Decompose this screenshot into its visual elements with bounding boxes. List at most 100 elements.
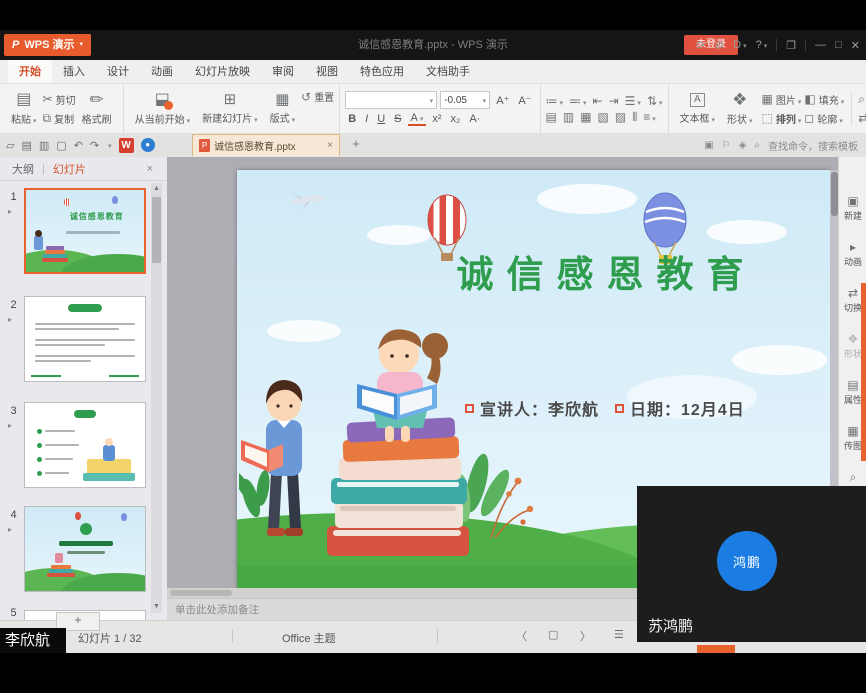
- columns-icon[interactable]: ⫴: [632, 111, 637, 123]
- font-size-select[interactable]: -0.05: [440, 91, 490, 109]
- distribute-icon[interactable]: ▨: [615, 111, 626, 123]
- bold-button[interactable]: B: [345, 113, 359, 125]
- text-box-button[interactable]: A 文本框: [674, 93, 722, 125]
- divider: [805, 39, 806, 51]
- normal-view-icon[interactable]: ☰: [614, 628, 624, 641]
- text-effect-button[interactable]: A·: [466, 113, 483, 125]
- redo-icon[interactable]: ↷: [90, 139, 99, 152]
- tab-slideshow[interactable]: 幻灯片放映: [184, 60, 261, 83]
- increase-indent-icon[interactable]: ⇥: [609, 95, 619, 107]
- paste-button[interactable]: ▤ 粘贴: [5, 92, 43, 126]
- new-slide-icon: ⊞: [224, 92, 237, 107]
- format-painter-button[interactable]: ✏ 格式刷: [76, 91, 118, 126]
- sidebar-item-animation[interactable]: ▸ 动画: [839, 241, 866, 268]
- font-color-button[interactable]: A: [408, 112, 427, 126]
- tab-special-features[interactable]: 特色应用: [349, 60, 415, 83]
- thumbnail-scrollbar[interactable]: ▲ ▼: [151, 183, 162, 613]
- play-box-icon[interactable]: ▢: [548, 628, 558, 641]
- new-slide-button[interactable]: ⊞ 新建幻灯片: [196, 92, 264, 125]
- close-button[interactable]: ✕: [851, 39, 860, 52]
- bullets-icon[interactable]: ≔: [546, 95, 564, 107]
- print-icon[interactable]: ▥: [39, 139, 49, 152]
- assistant-icon[interactable]: ◈: [739, 140, 747, 151]
- wps-writer-icon[interactable]: W: [119, 138, 134, 153]
- slideshow-button-fragment[interactable]: [697, 645, 735, 653]
- ribbon-tab-bar: 开始 插入 设计 动画 幻灯片放映 审阅 视图 特色应用 文档助手: [0, 60, 866, 84]
- superscript-button[interactable]: x²: [429, 113, 444, 125]
- slide-thumbnail-2[interactable]: [24, 296, 146, 382]
- command-search-input[interactable]: 查找命令，搜索模板: [768, 138, 858, 153]
- theme-name[interactable]: Office 主题: [282, 630, 336, 646]
- strikethrough-button[interactable]: S: [391, 113, 404, 125]
- more-paragraph-icon[interactable]: ≡: [643, 111, 656, 123]
- slide-thumbnail-4[interactable]: [24, 506, 146, 592]
- restore-ribbon-icon[interactable]: ❐: [786, 39, 796, 52]
- help-icon[interactable]: ?: [756, 39, 768, 51]
- docer-icon[interactable]: ●: [141, 138, 155, 152]
- align-left-icon[interactable]: ▤: [546, 111, 557, 123]
- tab-doc-assistant[interactable]: 文档助手: [415, 60, 481, 83]
- undo-icon[interactable]: ↶: [74, 139, 83, 152]
- scroll-down-icon[interactable]: ▼: [151, 601, 162, 613]
- copy-button[interactable]: ⧉ 复制: [43, 111, 76, 126]
- shapes-button[interactable]: ❖ 形状: [721, 91, 759, 126]
- bell-icon[interactable]: ⚐: [722, 140, 731, 151]
- new-document-tab-button[interactable]: +: [348, 136, 364, 152]
- maximize-button[interactable]: □: [835, 39, 842, 51]
- qat-dropdown-icon[interactable]: [106, 139, 112, 151]
- tab-outline[interactable]: 大纲: [12, 161, 34, 177]
- minimize-button[interactable]: —: [815, 39, 826, 51]
- decrease-indent-icon[interactable]: ⇤: [593, 95, 603, 107]
- document-tab-active[interactable]: P 诚信感恩教育.pptx ×: [192, 134, 340, 156]
- tab-review[interactable]: 审阅: [261, 60, 305, 83]
- line-spacing-icon[interactable]: ☰: [625, 95, 641, 107]
- slide-thumbnail-3[interactable]: [24, 402, 146, 488]
- scrollbar-thumb[interactable]: [152, 197, 161, 263]
- arrange-button[interactable]: 排列: [776, 111, 802, 126]
- close-tab-icon[interactable]: ×: [327, 140, 333, 151]
- outline-button[interactable]: 轮廓: [817, 111, 843, 126]
- sidebar-item-new[interactable]: ▣ 新建: [839, 195, 866, 222]
- align-center-icon[interactable]: ▥: [563, 111, 574, 123]
- tab-insert[interactable]: 插入: [52, 60, 96, 83]
- slide-thumbnail-1[interactable]: 诚信感恩教育: [24, 188, 146, 274]
- scrollbar-thumb[interactable]: [831, 172, 838, 216]
- slide-title[interactable]: 诚信感恩教育: [387, 244, 826, 298]
- text-direction-icon[interactable]: ⇅: [647, 95, 663, 107]
- tab-home[interactable]: 开始: [8, 60, 52, 83]
- close-panel-icon[interactable]: ×: [147, 163, 153, 175]
- prev-slide-icon[interactable]: 〈: [516, 628, 527, 644]
- tab-view[interactable]: 视图: [305, 60, 349, 83]
- panel-icon[interactable]: ▣: [704, 140, 713, 151]
- justify-icon[interactable]: ▧: [598, 111, 609, 123]
- play-from-current-button[interactable]: ⬓ 从当前开始: [129, 92, 197, 126]
- increase-font-button[interactable]: A⁺: [493, 94, 512, 107]
- skin-icon[interactable]: D: [733, 39, 746, 51]
- decrease-font-button[interactable]: A⁻: [515, 94, 534, 107]
- scrollbar-thumb[interactable]: [170, 590, 232, 596]
- tab-animation[interactable]: 动画: [140, 60, 184, 83]
- open-folder-icon[interactable]: ▱: [6, 139, 14, 152]
- settings-gear-icon[interactable]: ⚙: [714, 39, 724, 52]
- layout-button[interactable]: ▦ 版式: [264, 92, 302, 125]
- picture-button[interactable]: 图片: [776, 92, 802, 107]
- cut-button[interactable]: ✂ 剪切: [43, 92, 76, 107]
- slide-subtitle[interactable]: 宣讲人：李欣航 日期：12月4日: [465, 396, 745, 420]
- subscript-button[interactable]: x₂: [448, 113, 464, 125]
- copy-icon: ⧉: [43, 112, 52, 124]
- numbering-icon[interactable]: ≕: [569, 95, 587, 107]
- underline-button[interactable]: U: [374, 113, 388, 125]
- tab-design[interactable]: 设计: [96, 60, 140, 83]
- italic-button[interactable]: I: [362, 113, 371, 125]
- wps-logo-button[interactable]: P WPS 演示 ▾: [4, 34, 91, 56]
- font-name-select[interactable]: [345, 91, 437, 109]
- fill-button[interactable]: 填充: [819, 92, 845, 107]
- print-preview-icon[interactable]: ▢: [56, 139, 66, 152]
- save-icon[interactable]: ▤: [21, 139, 31, 152]
- align-right-icon[interactable]: ▦: [580, 111, 591, 123]
- next-slide-icon[interactable]: 〉: [580, 628, 591, 644]
- reset-button[interactable]: ↺ 重置: [301, 89, 334, 104]
- sync-icon[interactable]: ⟳: [696, 39, 705, 52]
- scroll-up-icon[interactable]: ▲: [151, 183, 162, 195]
- tab-slides[interactable]: 幻灯片: [53, 161, 86, 177]
